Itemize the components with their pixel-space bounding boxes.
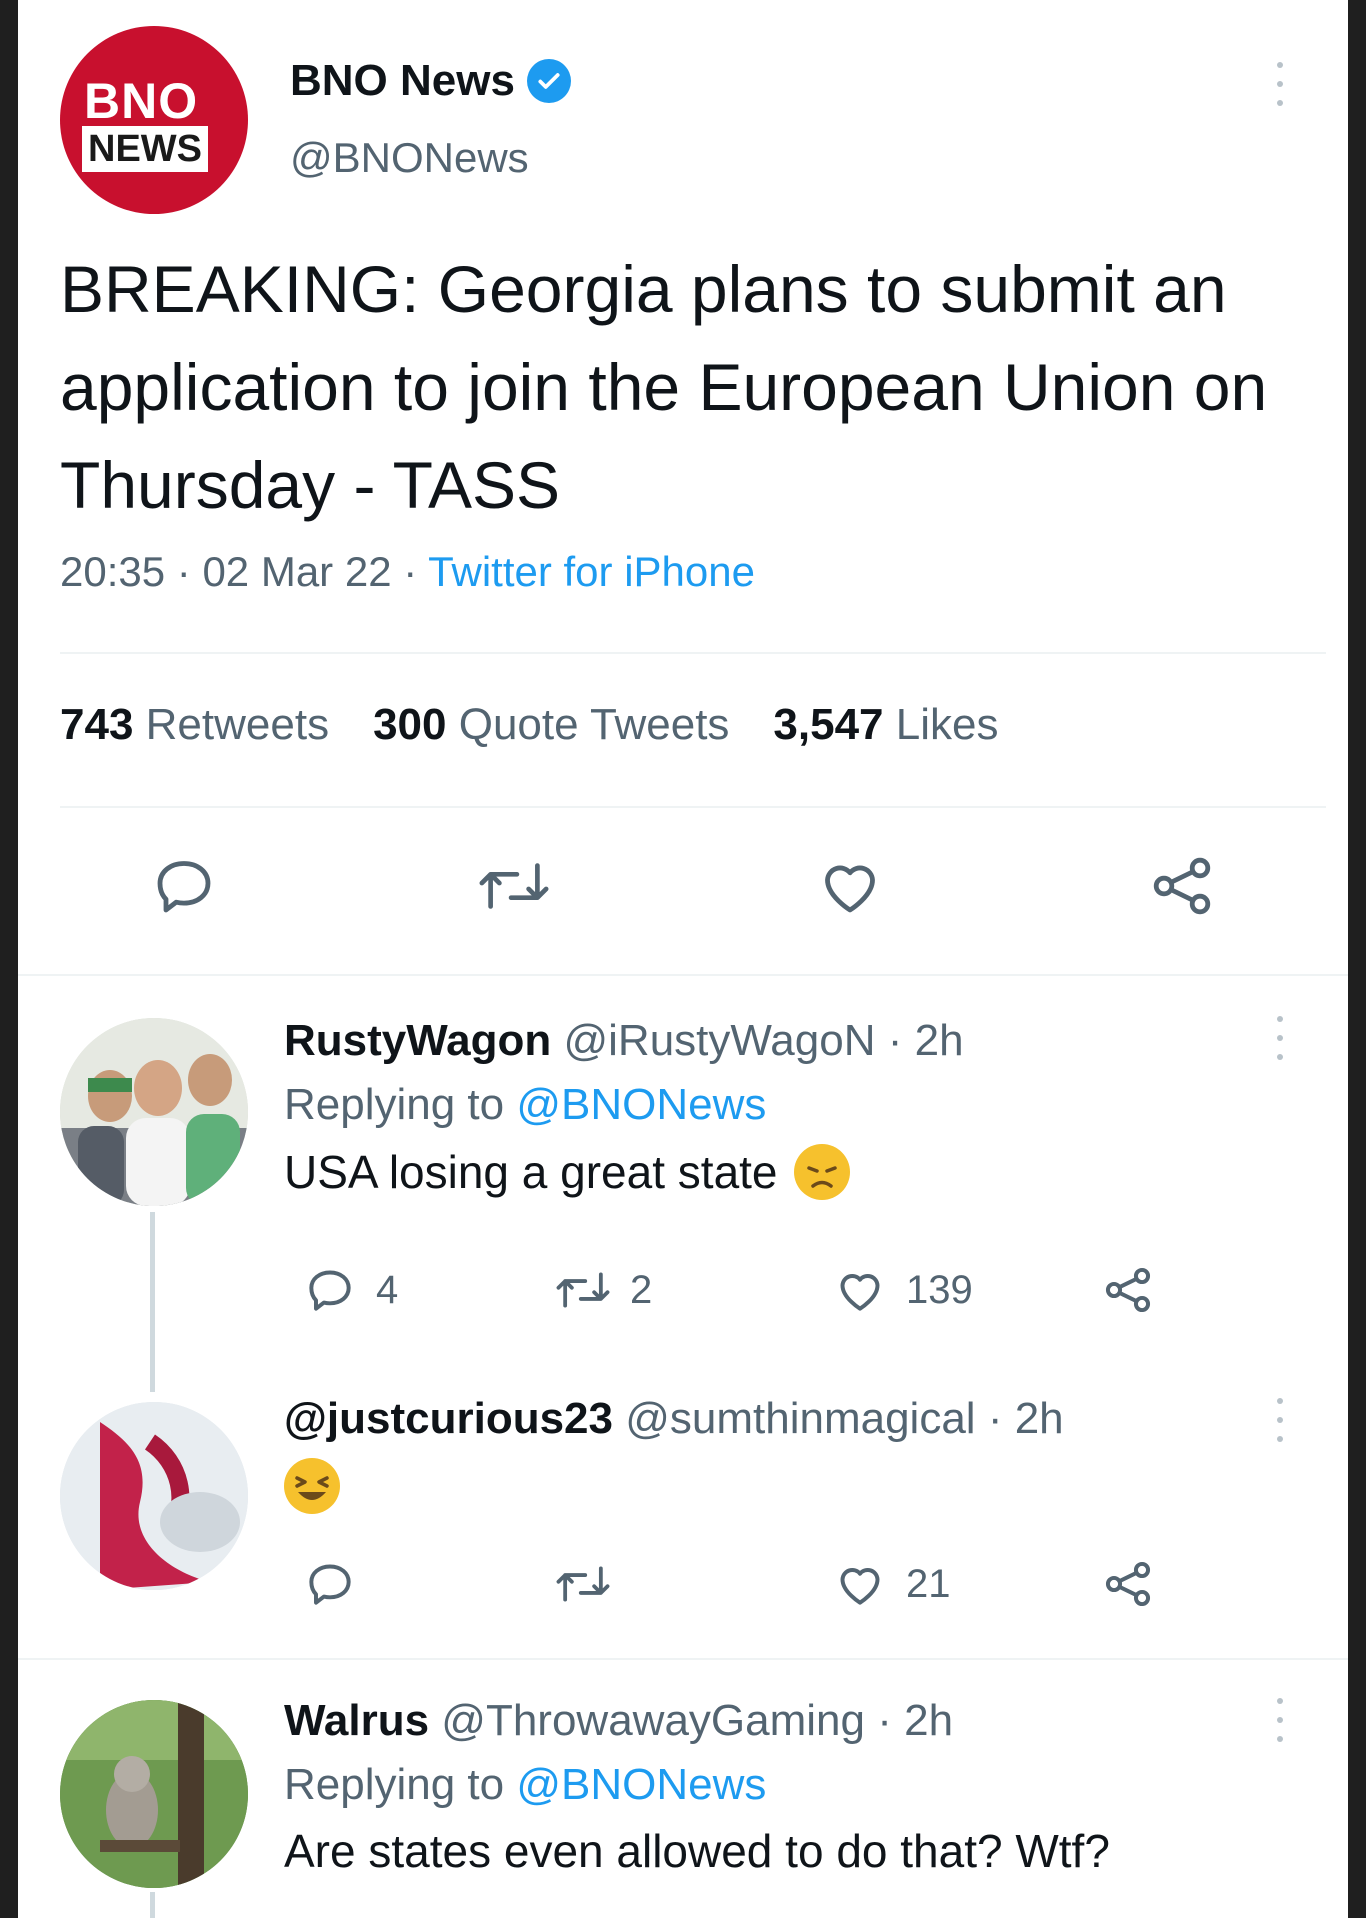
reply-display-name[interactable]: Walrus [284,1696,429,1745]
like-icon[interactable] [814,850,886,927]
replying-to: Replying to @BNONews [284,1080,1284,1130]
avatar[interactable] [60,1402,248,1590]
right-frame-border [1348,0,1366,1918]
avatar[interactable]: BNO NEWS [60,26,248,214]
replying-to: Replying to @BNONews [284,1760,1284,1810]
reply-action[interactable] [302,1556,358,1612]
share-icon [1105,1267,1151,1313]
retweet-icon [556,1272,610,1308]
left-frame-border [0,0,18,1918]
meta-separator: · [403,548,418,595]
disappointed-face-icon [793,1144,850,1200]
share-action[interactable] [1100,1262,1156,1318]
retweet-icon [556,1566,610,1602]
share-icon[interactable] [1146,850,1218,927]
reply-text-row: USA losing a great state [284,1144,1284,1200]
retweets-stat[interactable]: 743 Retweets [60,700,329,750]
avatar-logo-text: BNO [84,73,199,129]
reply-icon [309,1564,351,1605]
tweet-actions [18,850,1348,940]
like-icon [840,1568,880,1605]
verified-badge-icon [526,59,571,103]
retweet-count: 2 [630,1267,653,1312]
more-options-icon[interactable] [1276,1016,1284,1060]
more-options-icon[interactable] [1276,1398,1284,1442]
engagement-stats: 743 Retweets 300 Quote Tweets 3,547 Like… [60,700,998,750]
reply-tweet[interactable]: RustyWagon @iRustyWagoN · 2h Replying to… [18,1000,1348,1340]
reply-content: RustyWagon @iRustyWagoN · 2h Replying to… [284,1016,1284,1200]
author-name-row: BNO News [290,56,571,106]
more-options-icon[interactable] [1276,62,1284,106]
grinning-squinting-face-icon [284,1458,340,1514]
reply-content: @justcurious23 @sumthinmagical · 2h [284,1394,1284,1514]
retweets-count: 743 [60,700,134,749]
reply-handle[interactable]: @iRustyWagoN [563,1016,875,1065]
divider [60,806,1326,808]
quote-tweets-count: 300 [373,700,447,749]
avatar-logo-subtext: NEWS [82,126,208,172]
like-action[interactable]: 139 [832,1262,973,1318]
avatar[interactable] [60,1700,248,1888]
like-icon [840,1274,880,1311]
reply-text: USA losing a great state [284,1146,778,1198]
reply-handle[interactable]: @sumthinmagical [625,1394,975,1443]
reply-time: · 2h [877,1696,954,1745]
tweet-time: 20:35 [60,548,166,595]
retweet-action[interactable]: 2 [554,1262,652,1318]
reply-display-name[interactable]: RustyWagon [284,1016,551,1065]
likes-count: 3,547 [773,700,884,749]
reply-content: Walrus @ThrowawayGaming · 2h Replying to… [284,1696,1284,1878]
reply-tweet[interactable]: Walrus @ThrowawayGaming · 2h Replying to… [18,1680,1348,1918]
reply-icon [309,1270,351,1311]
likes-label: Likes [895,700,999,749]
meta-separator: · [176,548,191,595]
retweet-action[interactable] [554,1556,612,1612]
divider [18,1658,1348,1660]
replying-to-mention[interactable]: @BNONews [516,1760,766,1809]
reply-action[interactable]: 4 [302,1262,398,1318]
share-icon [1105,1561,1151,1607]
like-count: 139 [906,1267,973,1312]
thread-connector [150,1892,155,1918]
divider [60,652,1326,654]
reply-icon[interactable] [148,850,220,927]
reply-header: Walrus @ThrowawayGaming · 2h [284,1696,1284,1746]
retweet-icon[interactable] [476,850,552,927]
divider [18,974,1348,976]
quote-tweets-stat[interactable]: 300 Quote Tweets [373,700,729,750]
quote-tweets-label: Quote Tweets [458,700,730,749]
likes-stat[interactable]: 3,547 Likes [773,700,998,750]
reply-display-name[interactable]: @justcurious23 [284,1394,613,1443]
reply-text: Are states even allowed to do that? Wtf? [284,1825,1110,1877]
display-name[interactable]: BNO News [290,56,515,106]
tweet-date: 02 Mar 22 [202,548,392,595]
reply-time: · 2h [987,1394,1064,1443]
avatar[interactable] [60,1018,248,1206]
reply-actions: 21 [284,1556,1184,1616]
reply-header: @justcurious23 @sumthinmagical · 2h [284,1394,1284,1444]
replying-to-mention[interactable]: @BNONews [516,1080,766,1129]
reply-handle[interactable]: @ThrowawayGaming [441,1696,865,1745]
replying-to-label: Replying to [284,1080,505,1129]
like-count: 21 [906,1561,951,1606]
tweet-source-link[interactable]: Twitter for iPhone [428,548,755,595]
reply-header: RustyWagon @iRustyWagoN · 2h [284,1016,1284,1066]
reply-time: · 2h [887,1016,964,1065]
reply-actions: 4 2 139 [284,1262,1184,1322]
tweet-meta: 20:35 · 02 Mar 22 · Twitter for iPhone [60,548,755,596]
share-action[interactable] [1100,1556,1156,1612]
like-action[interactable]: 21 [832,1556,951,1612]
more-options-icon[interactable] [1276,1698,1284,1742]
reply-text-row [284,1458,1284,1514]
reply-count: 4 [376,1267,399,1312]
retweets-label: Retweets [145,700,330,749]
replying-to-label: Replying to [284,1760,505,1809]
reply-tweet[interactable]: @justcurious23 @sumthinmagical · 2h 21 [18,1382,1348,1652]
reply-text-row: Are states even allowed to do that? Wtf? [284,1824,1284,1878]
tweet-text: BREAKING: Georgia plans to submit an app… [60,252,1268,522]
author-handle[interactable]: @BNONews [290,134,529,182]
